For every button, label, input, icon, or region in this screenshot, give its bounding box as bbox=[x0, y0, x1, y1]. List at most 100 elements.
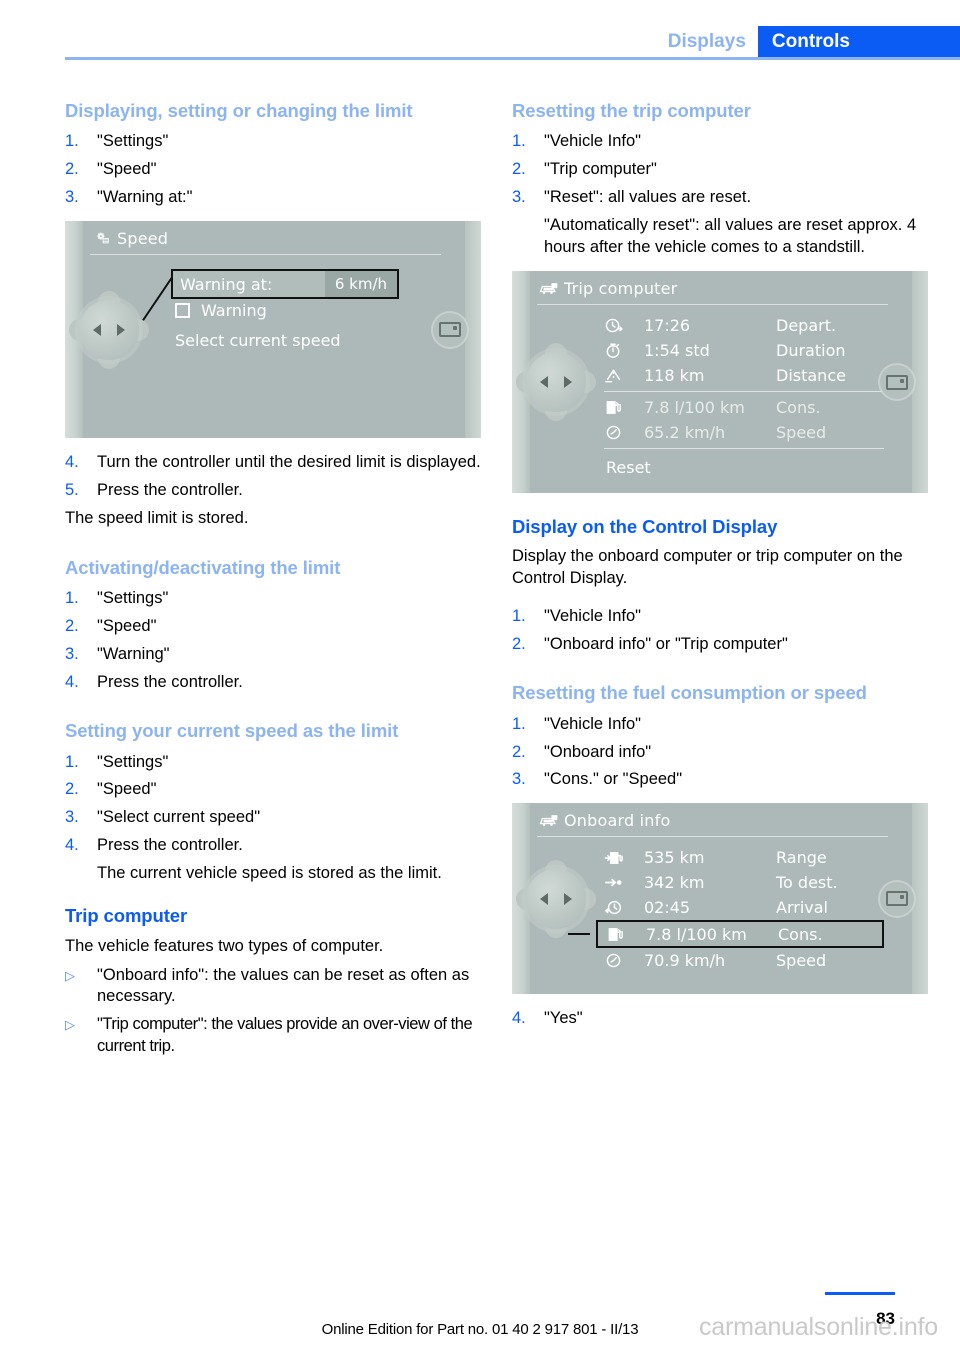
list-item: 1. "Vehicle Info" bbox=[512, 714, 928, 736]
table-cell-value: 535 km bbox=[644, 848, 705, 868]
distance-road-icon bbox=[604, 366, 644, 385]
arrow-left-icon bbox=[540, 892, 548, 905]
reset-menu-item[interactable]: Reset bbox=[604, 452, 884, 477]
list-item: 2. "Speed" bbox=[65, 779, 481, 801]
table-cell-label: Speed bbox=[776, 423, 827, 443]
step-number: 3. bbox=[512, 188, 526, 207]
list-item: 3. "Warning at:" bbox=[65, 187, 481, 209]
table-row[interactable]: 1:54 std Duration bbox=[604, 338, 884, 363]
step-text: "Settings" bbox=[97, 589, 169, 608]
step-number: 1. bbox=[512, 607, 526, 626]
step-text: "Speed" bbox=[97, 160, 157, 179]
warning-at-row[interactable]: Warning at: 6 km/h bbox=[171, 269, 399, 300]
list-item: 1. "Settings" bbox=[65, 131, 481, 153]
step-number: 1. bbox=[512, 132, 526, 151]
list-item: 3. "Warning" bbox=[65, 644, 481, 666]
arrow-right-icon bbox=[117, 323, 125, 336]
list-item: 2. "Onboard info" or "Trip computer" bbox=[512, 634, 928, 656]
onboard-info-value-list: 535 km Range 342 km To dest. 02:45 Arriv… bbox=[568, 845, 884, 973]
warning-checkbox-row[interactable]: Warning bbox=[175, 301, 267, 320]
clock-depart-icon bbox=[604, 316, 644, 335]
table-row[interactable]: 70.9 km/h Speed bbox=[604, 948, 884, 973]
step-number: 1. bbox=[65, 132, 79, 151]
display-right-edge bbox=[465, 221, 481, 439]
control-display-intro: Display the onboard computer or trip com… bbox=[512, 547, 903, 588]
screen-glyph bbox=[886, 891, 908, 907]
table-cell-label: Depart. bbox=[776, 316, 837, 336]
list-item: 4. Press the controller. bbox=[65, 835, 481, 857]
knob-body bbox=[526, 352, 586, 413]
list-item: ▷ "Trip computer": the values provide an… bbox=[65, 1014, 481, 1058]
step-text: Press the controller. bbox=[97, 836, 243, 855]
warning-at-value: 6 km/h bbox=[324, 271, 397, 298]
list-divider bbox=[604, 448, 884, 450]
step-number: 3. bbox=[65, 645, 79, 664]
step-text: "Speed" bbox=[97, 780, 157, 799]
knob-body bbox=[79, 299, 139, 360]
heading-resetting-trip-computer: Resetting the trip computer bbox=[512, 100, 751, 121]
heading-resetting-fuel-consumption-or-speed: Resetting the fuel consumption or speed bbox=[512, 682, 867, 704]
step-text: "Onboard info" bbox=[544, 742, 652, 761]
step-text: "Trip computer" bbox=[544, 160, 657, 179]
step-text: "Vehicle Info" bbox=[544, 714, 642, 733]
table-cell-label: Distance bbox=[776, 366, 846, 386]
step-number: 3. bbox=[512, 770, 526, 789]
control-display-button-icon[interactable] bbox=[880, 881, 914, 916]
steps-setting-current-speed: 1. "Settings" 2. "Speed" 3. "Select curr… bbox=[65, 752, 481, 858]
bullet-triangle-icon: ▷ bbox=[65, 967, 75, 983]
select-current-speed-row[interactable]: Select current speed bbox=[175, 331, 341, 350]
table-cell-value: 17:26 bbox=[644, 316, 691, 336]
figure-title: Onboard info bbox=[564, 811, 671, 831]
knob-body bbox=[526, 868, 586, 929]
table-row[interactable]: 535 km Range bbox=[604, 845, 884, 870]
step-text: "Reset": all values are reset. bbox=[544, 188, 752, 207]
tab-displays[interactable]: Displays bbox=[668, 26, 758, 58]
idrive-controller-knob[interactable] bbox=[516, 859, 596, 938]
steps-resetting-fuel-consumption: 1. "Vehicle Info" 2. "Onboard info" 3. "… bbox=[512, 714, 928, 792]
table-row[interactable]: 17:26 Depart. bbox=[604, 313, 884, 338]
speed-limit-stored-text: The speed limit is stored. bbox=[65, 509, 249, 528]
table-row[interactable]: 118 km Distance bbox=[604, 363, 884, 388]
heading-trip-computer: Trip computer bbox=[65, 905, 188, 927]
list-item: 2. "Speed" bbox=[65, 616, 481, 638]
step-text: Turn the controller until the desired li… bbox=[97, 453, 481, 472]
table-row[interactable]: 02:45 Arrival bbox=[604, 895, 884, 920]
screen-glyph bbox=[886, 374, 908, 390]
step-text: "Select current speed" bbox=[97, 808, 261, 827]
step-text: "Warning at:" bbox=[97, 188, 193, 207]
figure-speed-display: Speed Warning at: 6 km/h Warning Select … bbox=[65, 221, 481, 439]
idrive-controller-knob[interactable] bbox=[516, 343, 596, 422]
figure-onboard-info-display: Onboard info 535 km Range 342 km To dest… bbox=[512, 803, 928, 995]
tab-controls[interactable]: Controls bbox=[757, 26, 960, 58]
list-item: 2. "Trip computer" bbox=[512, 159, 928, 181]
list-item: 3. "Cons." or "Speed" bbox=[512, 769, 928, 791]
table-row[interactable]: 342 km To dest. bbox=[604, 870, 884, 895]
control-display-button-icon[interactable] bbox=[433, 312, 467, 347]
table-cell-value: 7.8 l/100 km bbox=[646, 924, 747, 944]
table-cell-value: 65.2 km/h bbox=[644, 423, 726, 443]
list-item: 2. "Speed" bbox=[65, 159, 481, 181]
checkbox-unchecked-icon[interactable] bbox=[175, 303, 190, 319]
step-number: 2. bbox=[512, 742, 526, 761]
table-row[interactable]: 65.2 km/h Speed bbox=[604, 420, 884, 445]
arrival-clock-icon bbox=[604, 898, 644, 917]
list-item: 1. "Settings" bbox=[65, 752, 481, 774]
to-destination-icon bbox=[604, 873, 644, 892]
table-cell-label: Range bbox=[776, 848, 827, 868]
step-number: 3. bbox=[65, 808, 79, 827]
speedometer-icon bbox=[604, 423, 644, 442]
step-number: 2. bbox=[512, 635, 526, 654]
heading-displaying-setting-changing-limit: Displaying, setting or changing the limi… bbox=[65, 100, 413, 121]
step-text: "Yes" bbox=[544, 1009, 583, 1028]
fuel-pump-icon bbox=[606, 925, 646, 944]
table-cell-label: Cons. bbox=[776, 398, 821, 418]
list-item: 4. Press the controller. bbox=[65, 672, 481, 694]
step-number: 2. bbox=[512, 160, 526, 179]
idrive-controller-knob[interactable] bbox=[69, 290, 149, 369]
table-row-selected[interactable]: 7.8 l/100 km Cons. bbox=[568, 920, 884, 949]
figure-title-divider bbox=[537, 304, 888, 306]
step-text: "Vehicle Info" bbox=[544, 132, 642, 151]
control-display-button-icon[interactable] bbox=[880, 365, 914, 400]
heading-activating-deactivating-limit: Activating/deactivating the limit bbox=[65, 557, 341, 578]
table-row[interactable]: 7.8 l/100 km Cons. bbox=[604, 395, 884, 420]
